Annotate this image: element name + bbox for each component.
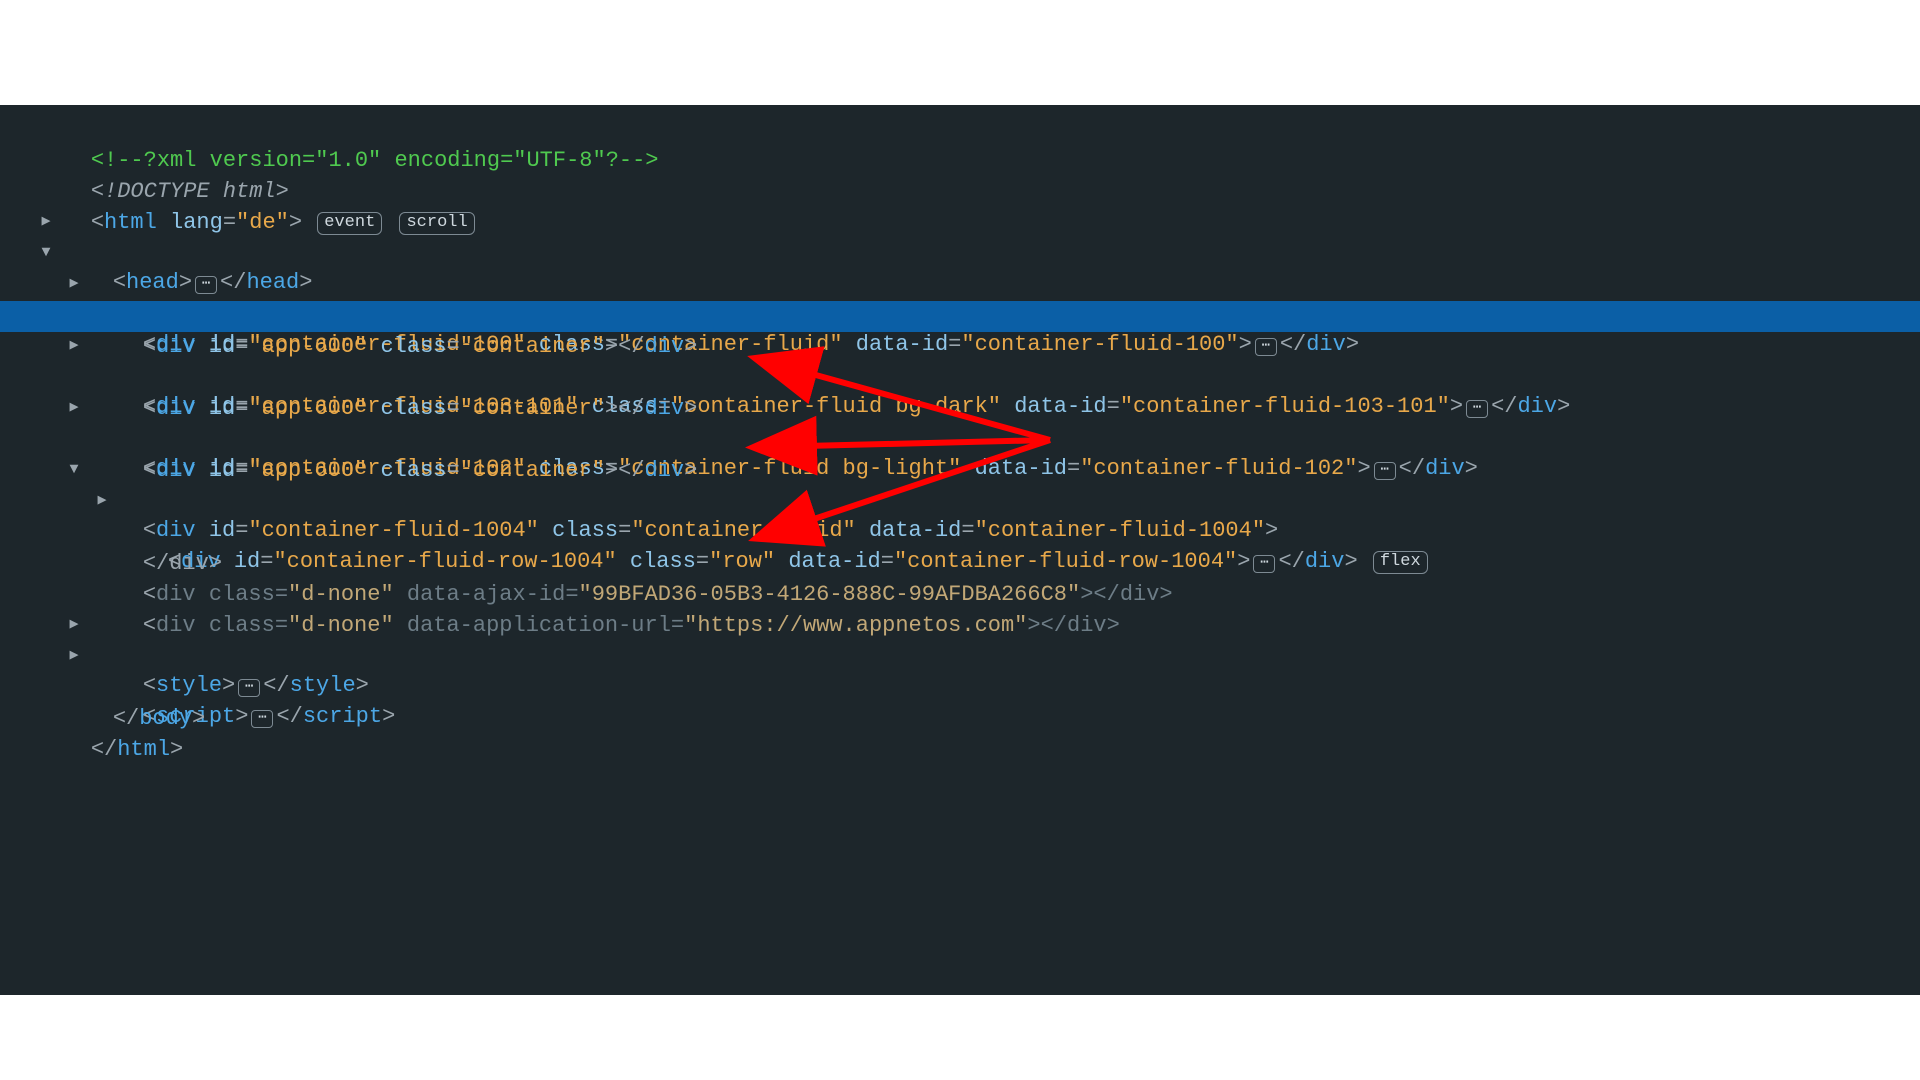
code-line-style[interactable]: ▶ <style>⋯</style> xyxy=(0,611,1920,642)
collapse-triangle-icon[interactable]: ▼ xyxy=(36,243,56,263)
code-line-head[interactable]: ▶ <head>⋯</head> xyxy=(0,208,1920,239)
code-line-xml-declaration[interactable]: <!--?xml version="1.0" encoding="UTF-8"?… xyxy=(0,115,1920,146)
code-line-doctype[interactable]: <!DOCTYPE html> xyxy=(0,146,1920,177)
code-line-script[interactable]: ▶ <script>⋯</script> xyxy=(0,642,1920,673)
code-line-html-open[interactable]: <html lang="de"> event scroll xyxy=(0,177,1920,208)
expand-triangle-icon[interactable]: ▶ xyxy=(92,491,112,511)
code-line-container-fluid-100[interactable]: ▶ <div id="container-fluid-100" class="c… xyxy=(0,270,1920,301)
collapse-triangle-icon[interactable]: ▼ xyxy=(64,460,84,480)
blank-top-margin xyxy=(0,0,1920,105)
code-line-app-600-selected[interactable]: <div id="app-600" class="container"></di… xyxy=(0,301,1920,332)
code-line-container-fluid-103-101[interactable]: ▶ <div id="container-fluid-103-101" clas… xyxy=(0,332,1920,363)
code-line-body-open[interactable]: ▼ <body> xyxy=(0,239,1920,270)
expand-triangle-icon[interactable]: ▶ xyxy=(64,274,84,294)
expand-triangle-icon[interactable]: ▶ xyxy=(64,646,84,666)
expand-triangle-icon[interactable]: ▶ xyxy=(36,212,56,232)
code-line-dnone-ajax[interactable]: <div class="d-none" data-ajax-id="99BFAD… xyxy=(0,549,1920,580)
code-line-dnone-url[interactable]: <div class="d-none" data-application-url… xyxy=(0,580,1920,611)
code-line-body-close[interactable]: </body> xyxy=(0,673,1920,704)
expand-triangle-icon[interactable]: ▶ xyxy=(64,336,84,356)
expand-triangle-icon[interactable]: ▶ xyxy=(64,615,84,635)
code-line-container-fluid-1004-open[interactable]: ▼ <div id="container-fluid-1004" class="… xyxy=(0,456,1920,487)
code-line-container-fluid-1004-close[interactable]: </div> xyxy=(0,518,1920,549)
code-line-app-600-2[interactable]: <div id="app-600" class="container"></di… xyxy=(0,363,1920,394)
code-line-container-fluid-102[interactable]: ▶ <div id="container-fluid-102" class="c… xyxy=(0,394,1920,425)
devtools-elements-panel[interactable]: <!--?xml version="1.0" encoding="UTF-8"?… xyxy=(0,105,1920,995)
code-line-app-600-3[interactable]: <div id="app-600" class="container"></di… xyxy=(0,425,1920,456)
expand-triangle-icon[interactable]: ▶ xyxy=(64,398,84,418)
code-line-html-close[interactable]: </html> xyxy=(0,704,1920,735)
code-line-container-fluid-row-1004[interactable]: ▶ <div id="container-fluid-row-1004" cla… xyxy=(0,487,1920,518)
